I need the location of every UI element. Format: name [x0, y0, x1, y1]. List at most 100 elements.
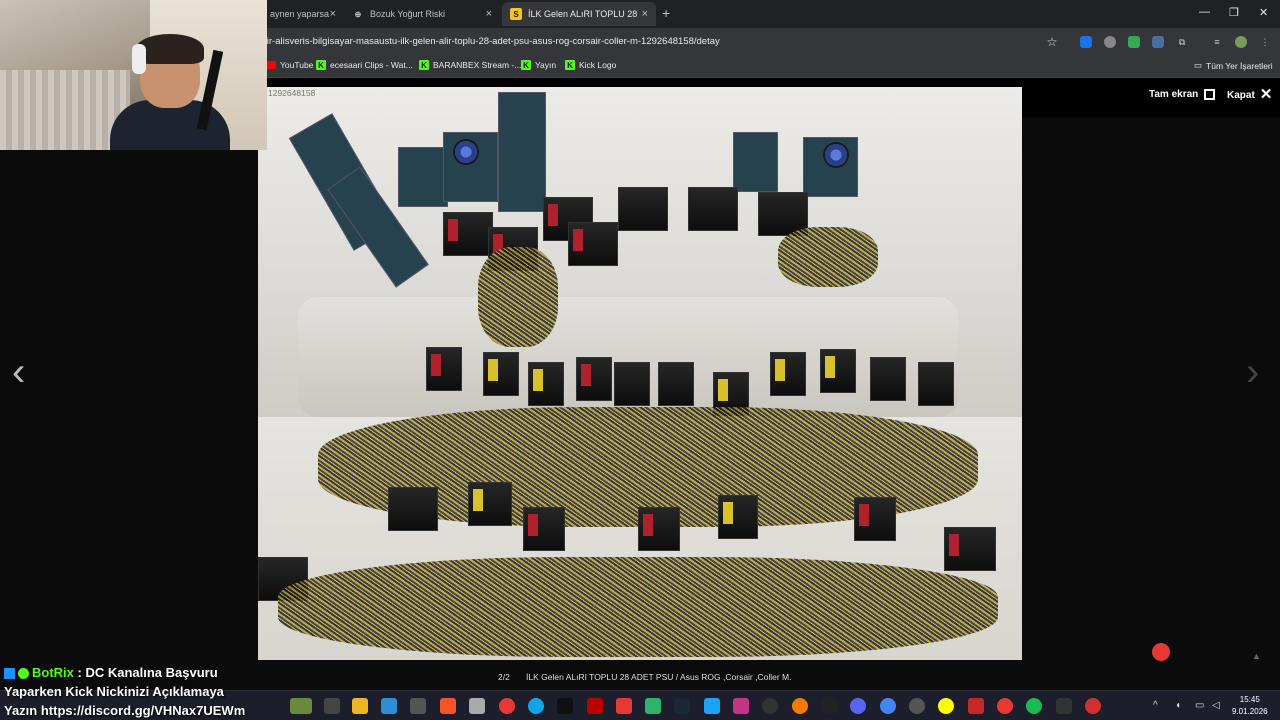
brand-logo-icon [1152, 643, 1170, 661]
next-image-button[interactable]: › [1246, 350, 1259, 395]
tab-label: Bozuk Yoğurt Riski [370, 9, 446, 19]
discord-icon[interactable] [850, 698, 866, 714]
opera-icon[interactable] [1085, 698, 1101, 714]
scroll-top-icon[interactable]: ▲ [1252, 651, 1261, 661]
app-icon[interactable] [909, 698, 925, 714]
clock-date: 9.01.2026 [1232, 707, 1268, 716]
psu-unit [483, 352, 519, 396]
shield-icon[interactable] [1104, 36, 1116, 48]
tab-close-icon[interactable]: × [642, 8, 648, 20]
psu-unit [426, 347, 462, 391]
tray-chevron-icon[interactable]: ^ [1153, 700, 1158, 711]
bookmark-kick-logo[interactable]: K Kick Logo [565, 60, 616, 70]
psu-unit [870, 357, 906, 401]
mining-board [498, 92, 546, 212]
kick-icon: K [521, 60, 531, 70]
chat-overlay: BotRix : DC Kanalına Başvuru Yaparken Ki… [4, 663, 274, 720]
avatar[interactable] [1235, 36, 1247, 48]
webcam-overlay [0, 0, 267, 150]
close-viewer-button[interactable]: Kapat ✕ [1227, 86, 1273, 103]
microphone-icon[interactable]: ◖ [1175, 700, 1181, 711]
tab-bozuk-yogurt[interactable]: ⊕ Bozuk Yoğurt Riski × [344, 2, 500, 26]
puzzle-icon[interactable]: ⧉ [1176, 36, 1188, 48]
bookmark-baranbex[interactable]: K BARANBEX Stream -... [419, 60, 521, 70]
bookmark-ecesaari[interactable]: Kecesaari Clips - Wat... [316, 60, 413, 70]
psu-unit [523, 507, 565, 551]
bookmark-yayin[interactable]: K Yayın [521, 60, 556, 70]
snapchat-icon[interactable] [938, 698, 954, 714]
chrome-icon[interactable] [880, 698, 896, 714]
tab-close-icon[interactable]: × [486, 8, 492, 20]
tab-aynen-yaparsa[interactable]: aynen yaparsa × [262, 2, 344, 26]
system-clock[interactable]: 15:45 9.01.2026 [1232, 694, 1268, 718]
network-icon[interactable]: ▭ [1195, 700, 1204, 711]
psu-unit [614, 362, 650, 406]
extension-icon[interactable] [1128, 36, 1140, 48]
weather-icon[interactable] [290, 698, 312, 714]
chat-text: Yazın https://discord.gg/VHNax7UEWm [4, 703, 246, 718]
app-icon[interactable] [968, 698, 984, 714]
bot-badge-icon [4, 668, 15, 680]
tiktok-icon[interactable] [557, 698, 573, 714]
menu-icon[interactable]: ⋮ [1259, 36, 1271, 48]
fullscreen-button[interactable]: Tam ekran [1149, 89, 1216, 100]
address-bar[interactable]: ifir-alisveris-bilgisayar-masaustu-ilk-g… [262, 32, 1062, 52]
motherboard [398, 147, 448, 207]
image-counter: 2/2 [498, 672, 510, 682]
steam-icon[interactable] [674, 698, 690, 714]
minimize-button[interactable]: — [1199, 6, 1210, 18]
bookmark-youtube[interactable]: YouTube [266, 60, 313, 70]
app-icon[interactable] [645, 698, 661, 714]
edge-icon[interactable] [528, 698, 544, 714]
tab-label: aynen yaparsa [270, 9, 330, 19]
youtube-icon[interactable] [499, 698, 515, 714]
yandex-icon[interactable] [997, 698, 1013, 714]
video-app-icon[interactable] [616, 698, 632, 714]
tab-close-icon[interactable]: × [330, 8, 336, 20]
settings-icon[interactable] [410, 698, 426, 714]
star-icon[interactable]: ☆ [1046, 35, 1058, 49]
psu-unit [918, 362, 954, 406]
psu-unit [944, 527, 996, 571]
image-title: İLK Gelen ALıRI TOPLU 28 ADET PSU / Asus… [526, 672, 792, 682]
epic-games-icon[interactable] [821, 698, 837, 714]
verified-badge-icon [18, 668, 29, 680]
instagram-icon[interactable] [733, 698, 749, 714]
globe-icon: ⊕ [354, 9, 362, 19]
volume-icon[interactable]: ◁ [1212, 700, 1220, 711]
chat-text: : DC Kanalına Başvuru [77, 665, 218, 680]
psu-unit [528, 362, 564, 406]
new-tab-button[interactable]: + [662, 5, 670, 21]
spotify-icon[interactable] [1026, 698, 1042, 714]
all-bookmarks[interactable]: ▭ Tüm Yer İşaretleri [1194, 60, 1273, 71]
psu-unit [688, 187, 738, 231]
restore-button[interactable]: ❐ [1229, 6, 1239, 19]
chat-username: BotRix [32, 665, 74, 680]
psu-unit [618, 187, 668, 231]
psu-unit [658, 362, 694, 406]
extension-icon[interactable] [1080, 36, 1092, 48]
close-window-button[interactable]: ✕ [1259, 6, 1268, 19]
task-view-icon[interactable] [324, 698, 340, 714]
brave-icon[interactable] [440, 698, 456, 714]
tab-ilk-gelen-alir[interactable]: S İLK Gelen ALıRI TOPLU 28 ADET × [502, 2, 656, 26]
file-explorer-icon[interactable] [352, 698, 368, 714]
app-icon[interactable] [469, 698, 485, 714]
psu-unit [568, 222, 618, 266]
media-icon[interactable]: ≡ [1211, 36, 1223, 48]
copilot-icon[interactable] [381, 698, 397, 714]
previous-image-button[interactable]: ‹ [12, 350, 25, 395]
netflix-icon[interactable] [587, 698, 603, 714]
close-icon: ✕ [1259, 86, 1273, 103]
app-icon[interactable] [1056, 698, 1072, 714]
cpu-cooler [453, 139, 479, 165]
psu-unit [468, 482, 512, 526]
psu-unit [638, 507, 680, 551]
streamer-hair [136, 34, 204, 64]
chat-text: Yaparken Kick Nickinizi Açıklamaya [4, 684, 224, 699]
speedometer-icon[interactable] [762, 698, 778, 714]
twitter-icon[interactable] [704, 698, 720, 714]
product-photo [258, 87, 1022, 660]
app-icon[interactable] [792, 698, 808, 714]
extension-icon[interactable] [1152, 36, 1164, 48]
